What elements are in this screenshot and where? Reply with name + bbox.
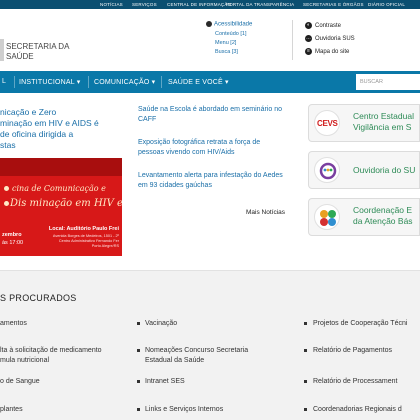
bullet-icon [304, 380, 307, 383]
news-item[interactable]: Levantamento alerta para infestação do A… [138, 171, 288, 190]
nav-separator [14, 76, 15, 88]
ouvidoria-link[interactable]: … Ouvidoria SUS [305, 35, 355, 42]
banner-address-line: Porto Alegre/RS [91, 244, 119, 248]
section-title: S PROCURADOS [0, 293, 77, 303]
banner-location: Local: Auditório Paulo Frei [48, 226, 119, 232]
contrast-icon: ◐ [305, 22, 312, 29]
nav-separator [161, 76, 162, 88]
nav-item-comunicacao[interactable]: COMUNICAÇÃO ▾ [94, 78, 155, 86]
bullet-icon [137, 408, 140, 411]
accessibility-icon [206, 21, 212, 27]
quick-link[interactable]: plantes [0, 405, 23, 415]
topbar-link-central[interactable]: CENTRAL DE INFORMAÇÃO [167, 2, 231, 7]
cevs-logo-icon: CEVS [314, 110, 340, 136]
atencao-basica-logo-icon [314, 204, 340, 230]
quick-link[interactable]: Relatório de Pagamentos [313, 346, 392, 356]
contrast-label: Contraste [315, 23, 342, 30]
banner-top-stripe [0, 158, 122, 176]
quick-link[interactable]: lta à solicitação de medicamento [0, 346, 102, 356]
service-card-cevs[interactable]: CEVS Centro Estadual Vigilância em S [308, 104, 420, 142]
service-card-label: Ouvidoria do SU [353, 165, 416, 175]
bullet-icon [304, 349, 307, 352]
banner-bullet-icon [4, 201, 9, 206]
banner-date: zembro [2, 232, 22, 238]
quick-link[interactable]: mula nutricional [0, 356, 49, 366]
quick-link[interactable]: Intranet SES [145, 377, 185, 387]
site-title-line2[interactable]: SAÚDE [6, 52, 34, 61]
bullet-icon [304, 408, 307, 411]
service-card-ouvidoria[interactable]: Ouvidoria do SU [308, 151, 420, 189]
accessibility-label: Acessibilidade [214, 21, 253, 28]
service-card-label: Centro Estadual Vigilância em S [353, 111, 420, 133]
service-card-atencao-basica[interactable]: Coordenação E da Atenção Bás [308, 198, 420, 236]
more-news-link[interactable]: Mais Notícias [246, 209, 285, 216]
banner-text-line2: Dis minação em HIV e i [10, 198, 122, 209]
chat-icon: … [305, 35, 312, 42]
topbar-link-noticias[interactable]: NOTÍCIAS [100, 2, 123, 7]
quick-link[interactable]: Projetos de Cooperação Técni [313, 319, 407, 329]
skip-search-link[interactable]: Busca [3] [215, 49, 238, 55]
topbar-link-diario[interactable]: DIÁRIO OFICIAL [368, 2, 405, 7]
service-card-label: Coordenação E da Atenção Bás [353, 205, 420, 227]
search-input[interactable] [356, 74, 420, 90]
topbar-link-servicos[interactable]: SERVIÇOS [132, 2, 157, 7]
bullet-icon [137, 380, 140, 383]
sitemap-link[interactable]: ≡ Mapa do site [305, 48, 349, 55]
banner-address-line: Avenida Borges de Medeiros, 1501 - 2º [52, 234, 119, 238]
sitemap-icon: ≡ [305, 48, 312, 55]
sitemap-label: Mapa do site [315, 49, 350, 56]
site-title-line1[interactable]: SECRETARIA DA [6, 42, 69, 51]
header-divider [292, 20, 293, 60]
ouvidoria-logo-icon [314, 157, 340, 183]
news-item[interactable]: Saúde na Escola é abordado em seminário … [138, 105, 288, 124]
service-card-line: Vigilância em S [353, 122, 412, 132]
accessibility-link[interactable]: Acessibilidade [206, 21, 252, 28]
quick-link[interactable]: Nomeações Concurso Secretaria [145, 346, 248, 356]
quick-link[interactable]: Links e Serviços Internos [145, 405, 223, 415]
service-card-line: Centro Estadual [353, 111, 414, 121]
nav-separator [88, 76, 89, 88]
bullet-icon [137, 322, 140, 325]
bullet-icon [137, 349, 140, 352]
topbar-link-secretarias[interactable]: SECRETARIAS E ÓRGÃOS [303, 2, 364, 7]
news-item[interactable]: Exposição fotográfica retrata a força de… [138, 138, 288, 157]
featured-banner-image[interactable]: cina de Comunicação e Dis minação em HIV… [0, 158, 122, 256]
featured-headline-line: de oficina dirigida a [0, 129, 74, 139]
service-card-line: Coordenação E [353, 205, 413, 215]
nav-item-institucional[interactable]: INSTITUCIONAL ▾ [19, 78, 80, 86]
cevs-logo-text: CEVS [317, 119, 338, 128]
service-card-line: da Atenção Bás [353, 216, 413, 226]
quick-link[interactable]: Vacinação [145, 319, 177, 329]
nav-item-partial[interactable]: L [2, 78, 6, 85]
logo-divider [0, 39, 4, 61]
site-header: SECRETARIA DA SAÚDE Acessibilidade Conte… [0, 9, 420, 71]
ouvidoria-label: Ouvidoria SUS [315, 36, 355, 43]
banner-text-line1: cina de Comunicação e [12, 184, 106, 193]
quick-link[interactable]: Coordenadorias Regionais d [313, 405, 402, 415]
featured-headline-line: minação em HIV e AIDS é [0, 118, 99, 128]
featured-headline-line: nicação e Zero [0, 107, 57, 117]
top-utility-bar: NOTÍCIAS SERVIÇOS CENTRAL DE INFORMAÇÃO … [0, 0, 420, 9]
quick-link[interactable]: Relatório de Processament [313, 377, 397, 387]
skip-menu-link[interactable]: Menu [2] [215, 40, 236, 46]
skip-content-link[interactable]: Conteúdo [1] [215, 31, 247, 37]
featured-headline[interactable]: nicação e Zero minação em HIV e AIDS é d… [0, 107, 116, 151]
quick-link[interactable]: o de Sangue [0, 377, 40, 387]
featured-headline-line: stas [0, 140, 16, 150]
bullet-icon [304, 322, 307, 325]
nav-item-saude-e-voce[interactable]: SAÚDE E VOCÊ ▾ [168, 78, 229, 86]
banner-address-line: Centro Administrativo Fernando Fer [58, 239, 119, 243]
topbar-link-transparencia[interactable]: PORTAL DA TRANSPARÊNCIA [226, 2, 294, 7]
banner-bullet-icon [4, 186, 9, 191]
quick-link[interactable]: Estadual da Saúde [145, 356, 204, 366]
quick-link[interactable]: amentos [0, 319, 27, 329]
contrast-link[interactable]: ◐ Contraste [305, 22, 341, 29]
banner-time: às 17:00 [2, 240, 24, 246]
